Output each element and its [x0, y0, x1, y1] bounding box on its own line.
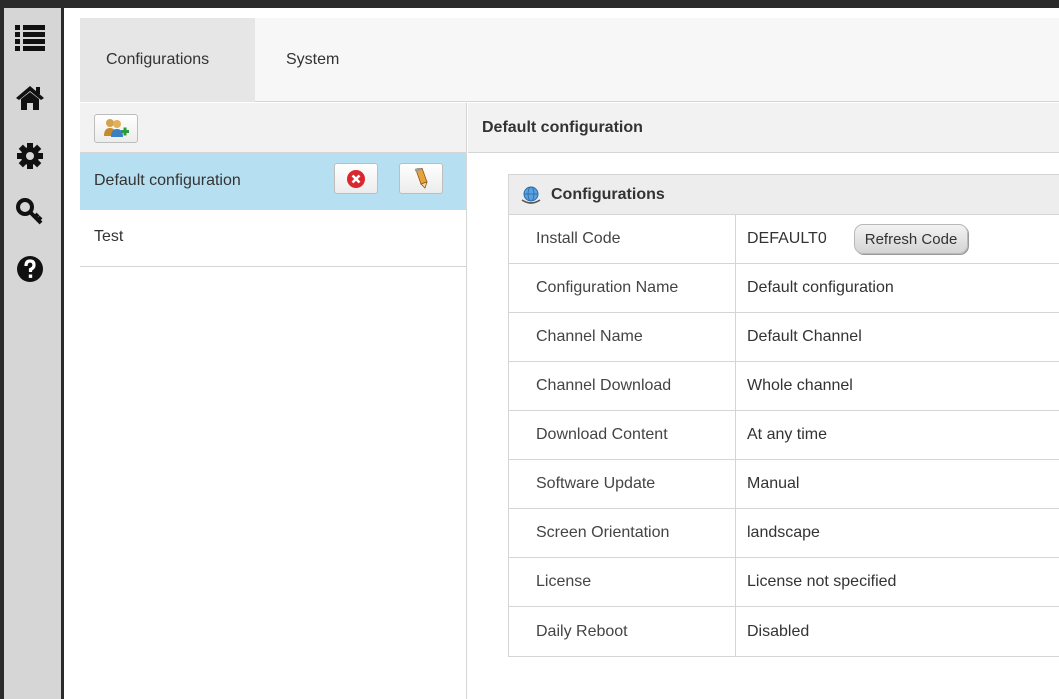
row-label: Screen Orientation	[509, 509, 736, 557]
row-value: At any time	[747, 426, 828, 443]
table-row: License License not specified	[509, 558, 1059, 607]
row-label: Channel Download	[509, 362, 736, 410]
main-area: Configurations System Default configurat…	[80, 18, 1059, 699]
row-value: License not specified	[747, 573, 897, 590]
row-label: Download Content	[509, 411, 736, 459]
configuration-list-panel: Default configuration Test	[80, 103, 467, 699]
table-row: Screen Orientation landscape	[509, 509, 1059, 558]
close-icon	[347, 169, 365, 188]
row-value: Disabled	[747, 622, 810, 640]
add-users-icon	[104, 118, 129, 137]
list-item-test[interactable]: Test	[80, 210, 466, 267]
row-label: Daily Reboot	[509, 607, 736, 656]
pencil-icon	[414, 167, 428, 189]
tab-system-label: System	[286, 51, 340, 68]
list-item-label: Default configuration	[94, 172, 241, 189]
list-toolbar	[80, 103, 466, 153]
table-row: Install Code DEFAULT0 Refresh Code	[509, 215, 1059, 264]
row-value: landscape	[747, 524, 820, 541]
table-row: Channel Download Whole channel	[509, 362, 1059, 411]
home-icon[interactable]	[12, 82, 48, 114]
list-item-label: Test	[94, 228, 124, 245]
configurations-table-title: Configurations	[551, 185, 665, 203]
configuration-detail-panel: Default configuration Configurations Ins…	[468, 103, 1059, 699]
edit-configuration-button[interactable]	[399, 163, 443, 194]
sidebar-gap	[64, 8, 80, 699]
table-row: Software Update Manual	[509, 460, 1059, 509]
install-code-value: DEFAULT0	[747, 230, 827, 247]
row-value: Whole channel	[747, 377, 853, 394]
tab-bar: Configurations System	[80, 18, 1059, 102]
row-label: License	[509, 558, 736, 606]
row-value: Default configuration	[747, 279, 894, 296]
table-row: Channel Name Default Channel	[509, 313, 1059, 362]
list-icon[interactable]	[12, 22, 48, 54]
delete-configuration-button[interactable]	[334, 163, 378, 194]
tab-configurations-label: Configurations	[106, 51, 210, 68]
help-icon[interactable]	[12, 253, 48, 285]
row-value: Default Channel	[747, 328, 862, 345]
gear-icon[interactable]	[12, 140, 48, 172]
row-label: Channel Name	[509, 313, 736, 361]
row-label: Configuration Name	[509, 264, 736, 312]
window-top-border	[0, 0, 1059, 8]
globe-icon	[521, 186, 541, 204]
tab-configurations[interactable]: Configurations	[80, 18, 255, 102]
row-label: Software Update	[509, 460, 736, 508]
add-configuration-button[interactable]	[94, 114, 138, 143]
row-label: Install Code	[509, 215, 736, 263]
configurations-table-header: Configurations	[509, 175, 1059, 215]
table-row: Daily Reboot Disabled	[509, 607, 1059, 656]
row-value-cell: DEFAULT0 Refresh Code	[736, 215, 1059, 263]
tab-system[interactable]: System	[255, 18, 365, 102]
sidebar	[0, 8, 64, 699]
configurations-table: Configurations Install Code DEFAULT0 Ref…	[508, 174, 1059, 657]
key-icon[interactable]	[12, 196, 48, 228]
detail-header: Default configuration	[468, 103, 1059, 153]
detail-title: Default configuration	[482, 118, 643, 136]
table-row: Configuration Name Default configuration	[509, 264, 1059, 313]
table-row: Download Content At any time	[509, 411, 1059, 460]
row-value: Manual	[747, 475, 800, 492]
refresh-code-button[interactable]: Refresh Code	[853, 224, 969, 254]
list-item-default-configuration[interactable]: Default configuration	[80, 153, 466, 210]
